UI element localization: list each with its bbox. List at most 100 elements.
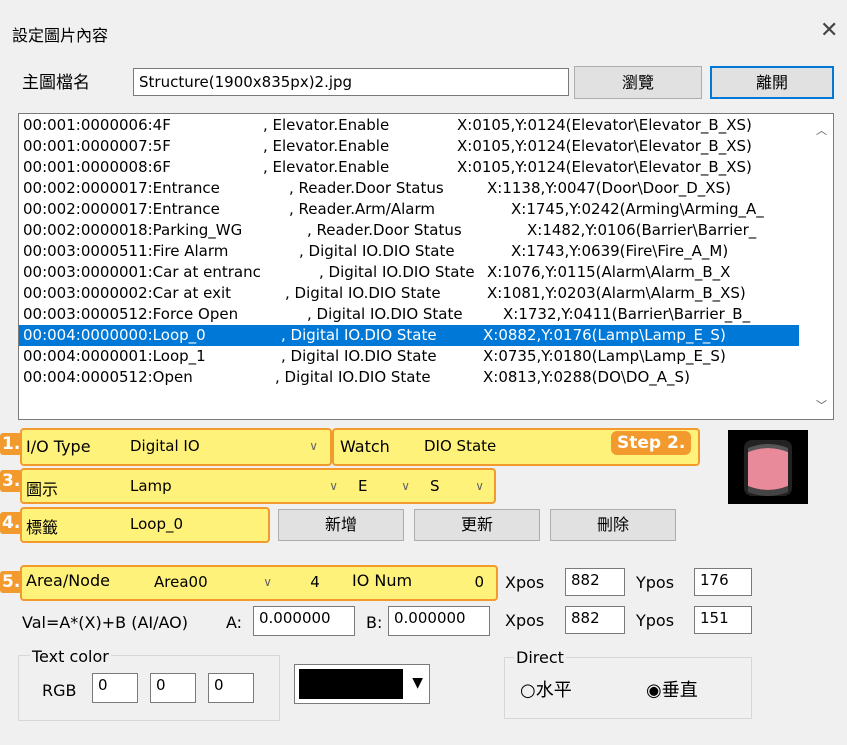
list-item[interactable]: 00:001:0000006:4F , Elevator.Enable X:0105… [19,115,799,136]
list-cell: X:1732,Y:0411(Barrier\Barrier_B_ [503,305,751,323]
update-button[interactable]: 更新 [414,509,540,541]
io-type-label: I/O Type [26,437,91,456]
node-value: 4 [310,573,320,591]
lamp-icon [744,440,792,496]
display-opt2-value: S [430,477,440,495]
b-input[interactable]: 0.000000 [388,606,490,636]
io-type-value: Digital IO [130,437,200,455]
io-num-value: 0 [474,573,484,591]
list-cell: , Elevator.Enable [263,137,390,155]
list-item[interactable]: 00:003:0000001:Car at entranc , Digital I… [19,262,799,283]
list-item[interactable]: 00:004:0000001:Loop_1 , Digital IO.DIO St… [19,346,799,367]
list-item[interactable]: 00:003:0000512:Force Open , Digital IO.DI… [19,304,799,325]
list-cell: , Digital IO.DIO State [307,305,463,323]
list-item[interactable]: 00:003:0000002:Car at exit , Digital IO.D… [19,283,799,304]
radio-unchecked-icon: ○ [520,680,536,701]
list-cell: , Digital IO.DIO State [285,284,441,302]
scroll-down-icon[interactable]: ﹀ [816,397,827,413]
display-label: 圖示 [26,480,59,499]
tag-input[interactable]: Loop_0 [124,511,264,539]
display-opt1-select[interactable]: E ∨ [352,473,418,500]
list-cell: 00:004:0000000:Loop_0 [23,326,206,344]
list-cell: , Digital IO.DIO State [275,368,431,386]
list-cell: 00:003:0000001:Car at entranc [23,263,261,281]
dropdown-arrow-icon: ▼ [412,675,423,691]
list-cell: X:1745,Y:0242(Arming\Arming_A_ [511,200,764,218]
ypos-label: Ypos [636,573,675,592]
color-swatch [299,669,403,699]
list-cell: , Reader.Door Status [289,179,444,197]
list-cell: 00:002:0000017:Entrance [23,179,220,197]
main-file-label: 主圖檔名 [22,73,90,93]
list-cell: 00:003:0000512:Force Open [23,305,239,323]
chevron-down-icon: ∨ [263,575,272,589]
step-5-marker: 5. [0,571,23,593]
step-3-marker: 3. [0,470,23,492]
scroll-up-icon[interactable]: ︿ [816,122,827,138]
b-label: B: [366,613,383,632]
text-color-label: Text color [30,647,111,666]
list-cell: X:1081,Y:0203(Alarm\Alarm_B_XS) [487,284,746,302]
color-picker[interactable]: ▼ [294,664,430,704]
node-input[interactable]: 4 [286,569,344,596]
list-cell: X:0882,Y:0176(Lamp\Lamp_E_S) [483,326,726,344]
chevron-down-icon: ∨ [329,479,338,493]
xpos-input[interactable]: 882 [565,568,625,596]
list-cell: 00:003:0000511:Fire Alarm [23,242,229,260]
ypos2-label: Ypos [636,611,675,630]
main-file-input[interactable]: Structure(1900x835px)2.jpg [133,68,569,96]
device-list[interactable]: 00:001:0000006:4F , Elevator.Enable X:0105… [18,113,834,420]
list-cell: 00:004:0000001:Loop_1 [23,347,206,365]
io-num-input[interactable]: 0 [432,569,492,596]
list-item[interactable]: 00:004:0000000:Loop_0 , Digital IO.DIO St… [19,325,799,346]
green-input[interactable]: 0 [150,673,196,703]
chevron-down-icon: ∨ [309,439,318,453]
list-item[interactable]: 00:002:0000018:Parking_WG , Reader.Door S… [19,220,799,241]
list-cell: X:0105,Y:0124(Elevator\Elevator_B_XS) [457,158,752,176]
list-cell: 00:001:0000006:4F [23,116,171,134]
list-item[interactable]: 00:001:0000008:6F , Elevator.Enable X:0105… [19,157,799,178]
red-input[interactable]: 0 [92,673,138,703]
list-cell: , Elevator.Enable [263,158,390,176]
io-num-label: IO Num [352,571,413,590]
list-cell: 00:004:0000512:Open [23,368,193,386]
display-opt2-select[interactable]: S ∨ [424,473,492,500]
watch-value: DIO State [424,437,497,455]
a-input[interactable]: 0.000000 [253,606,355,636]
list-cell: , Reader.Arm/Alarm [289,200,435,218]
horizontal-radio[interactable]: ○水平 [520,676,572,702]
delete-button[interactable]: 刪除 [550,509,676,541]
list-cell: X:1076,Y:0115(Alarm\Alarm_B_X [487,263,731,281]
list-cell: X:0813,Y:0288(DO\DO_A_S) [483,368,690,386]
area-select[interactable]: Area00 ∨ [148,569,280,596]
browse-button[interactable]: 瀏覽 [574,66,702,99]
list-item[interactable]: 00:002:0000017:Entrance , Reader.Door Sta… [19,178,799,199]
list-cell: , Digital IO.DIO State [319,263,475,281]
ypos-input[interactable]: 176 [694,568,752,596]
list-item[interactable]: 00:003:0000511:Fire Alarm , Digital IO.DI… [19,241,799,262]
close-icon[interactable]: ✕ [820,18,838,43]
display-icon-select[interactable]: Lamp ∨ [124,473,346,500]
blue-input[interactable]: 0 [208,673,254,703]
step-4-marker: 4. [0,512,23,534]
xpos2-label: Xpos [505,611,545,630]
a-label: A: [226,613,243,632]
display-opt1-value: E [358,477,368,495]
io-type-select[interactable]: Digital IO ∨ [124,433,326,461]
chevron-down-icon: ∨ [401,479,410,493]
horizontal-label: 水平 [535,680,572,701]
list-scrollbar[interactable]: ︿ ﹀ [811,114,833,419]
exit-button[interactable]: 離開 [710,66,834,99]
xpos2-input[interactable]: 882 [565,606,625,634]
list-item[interactable]: 00:002:0000017:Entrance , Reader.Arm/Alar… [19,199,799,220]
list-cell: 00:002:0000017:Entrance [23,200,220,218]
list-item[interactable]: 00:004:0000512:Open , Digital IO.DIO Stat… [19,367,799,388]
add-button[interactable]: 新增 [278,509,404,541]
ypos2-input[interactable]: 151 [694,606,752,634]
list-cell: X:0105,Y:0124(Elevator\Elevator_B_XS) [457,116,752,134]
vertical-radio[interactable]: ◉垂直 [646,676,698,702]
list-cell: 00:001:0000008:6F [23,158,171,176]
list-item[interactable]: 00:001:0000007:5F , Elevator.Enable X:0105… [19,136,799,157]
xpos-label: Xpos [505,573,545,592]
area-value: Area00 [154,573,208,591]
